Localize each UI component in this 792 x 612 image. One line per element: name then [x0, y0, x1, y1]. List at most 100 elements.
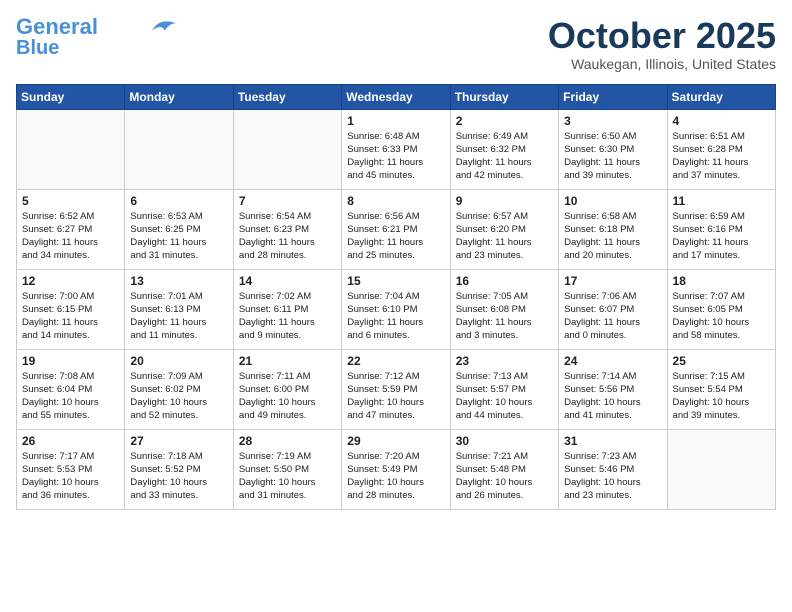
cell-info: Sunrise: 6:54 AM Sunset: 6:23 PM Dayligh… [239, 210, 336, 263]
calendar-cell: 19 Sunrise: 7:08 AM Sunset: 6:04 PM Dayli… [17, 349, 125, 429]
day-header-tuesday: Tuesday [233, 84, 341, 109]
calendar-cell: 28Sunrise: 7:19 AM Sunset: 5:50 PM Dayli… [233, 429, 341, 509]
calendar-week-4: 19 Sunrise: 7:08 AM Sunset: 6:04 PM Dayli… [17, 349, 776, 429]
day-number: 7 [239, 194, 336, 208]
calendar-week-3: 12 Sunrise: 7:00 AM Sunset: 6:15 PM Dayli… [17, 269, 776, 349]
cell-info: Sunrise: 7:00 AM Sunset: 6:15 PM Dayligh… [22, 290, 119, 343]
calendar-week-1: 1 Sunrise: 6:48 AM Sunset: 6:33 PM Daylig… [17, 109, 776, 189]
calendar-cell: 8Sunrise: 6:56 AM Sunset: 6:21 PM Daylig… [342, 189, 450, 269]
day-number: 10 [564, 194, 661, 208]
calendar-cell: 25 Sunrise: 7:15 AM Sunset: 5:54 PM Dayli… [667, 349, 775, 429]
calendar-cell: 22 Sunrise: 7:12 AM Sunset: 5:59 PM Dayli… [342, 349, 450, 429]
calendar-cell: 17Sunrise: 7:06 AM Sunset: 6:07 PM Dayli… [559, 269, 667, 349]
day-number: 20 [130, 354, 227, 368]
day-header-friday: Friday [559, 84, 667, 109]
cell-info: Sunrise: 7:15 AM Sunset: 5:54 PM Dayligh… [673, 370, 770, 423]
day-number: 30 [456, 434, 553, 448]
day-number: 3 [564, 114, 661, 128]
cell-info: Sunrise: 7:07 AM Sunset: 6:05 PM Dayligh… [673, 290, 770, 343]
calendar-cell: 13Sunrise: 7:01 AM Sunset: 6:13 PM Dayli… [125, 269, 233, 349]
day-number: 31 [564, 434, 661, 448]
day-number: 2 [456, 114, 553, 128]
cell-info: Sunrise: 7:20 AM Sunset: 5:49 PM Dayligh… [347, 450, 444, 503]
day-header-monday: Monday [125, 84, 233, 109]
page-header: General Blue October 2025 Waukegan, Illi… [16, 16, 776, 72]
day-number: 25 [673, 354, 770, 368]
cell-info: Sunrise: 6:50 AM Sunset: 6:30 PM Dayligh… [564, 130, 661, 183]
calendar-cell: 24Sunrise: 7:14 AM Sunset: 5:56 PM Dayli… [559, 349, 667, 429]
title-block: October 2025 Waukegan, Illinois, United … [548, 16, 776, 72]
cell-info: Sunrise: 6:48 AM Sunset: 6:33 PM Dayligh… [347, 130, 444, 183]
cell-info: Sunrise: 7:09 AM Sunset: 6:02 PM Dayligh… [130, 370, 227, 423]
day-number: 12 [22, 274, 119, 288]
day-number: 22 [347, 354, 444, 368]
day-number: 19 [22, 354, 119, 368]
cell-info: Sunrise: 6:53 AM Sunset: 6:25 PM Dayligh… [130, 210, 227, 263]
calendar-cell: 30 Sunrise: 7:21 AM Sunset: 5:48 PM Dayli… [450, 429, 558, 509]
day-number: 17 [564, 274, 661, 288]
calendar-cell: 21Sunrise: 7:11 AM Sunset: 6:00 PM Dayli… [233, 349, 341, 429]
day-header-saturday: Saturday [667, 84, 775, 109]
day-number: 28 [239, 434, 336, 448]
day-number: 16 [456, 274, 553, 288]
cell-info: Sunrise: 7:14 AM Sunset: 5:56 PM Dayligh… [564, 370, 661, 423]
day-number: 27 [130, 434, 227, 448]
cell-info: Sunrise: 7:08 AM Sunset: 6:04 PM Dayligh… [22, 370, 119, 423]
day-number: 11 [673, 194, 770, 208]
day-number: 5 [22, 194, 119, 208]
cell-info: Sunrise: 6:59 AM Sunset: 6:16 PM Dayligh… [673, 210, 770, 263]
calendar-cell: 7 Sunrise: 6:54 AM Sunset: 6:23 PM Daylig… [233, 189, 341, 269]
day-number: 29 [347, 434, 444, 448]
calendar-cell [233, 109, 341, 189]
calendar-cell: 20 Sunrise: 7:09 AM Sunset: 6:02 PM Dayli… [125, 349, 233, 429]
day-header-thursday: Thursday [450, 84, 558, 109]
cell-info: Sunrise: 7:18 AM Sunset: 5:52 PM Dayligh… [130, 450, 227, 503]
cell-info: Sunrise: 7:02 AM Sunset: 6:11 PM Dayligh… [239, 290, 336, 343]
cell-info: Sunrise: 7:11 AM Sunset: 6:00 PM Dayligh… [239, 370, 336, 423]
day-number: 1 [347, 114, 444, 128]
cell-info: Sunrise: 7:21 AM Sunset: 5:48 PM Dayligh… [456, 450, 553, 503]
logo-general: General [16, 14, 98, 39]
location: Waukegan, Illinois, United States [548, 56, 776, 72]
calendar-cell [667, 429, 775, 509]
logo-bird-icon [150, 17, 178, 35]
calendar-cell: 14 Sunrise: 7:02 AM Sunset: 6:11 PM Dayli… [233, 269, 341, 349]
calendar-cell [125, 109, 233, 189]
day-number: 14 [239, 274, 336, 288]
calendar-cell: 10 Sunrise: 6:58 AM Sunset: 6:18 PM Dayli… [559, 189, 667, 269]
calendar-cell: 4 Sunrise: 6:51 AM Sunset: 6:28 PM Daylig… [667, 109, 775, 189]
calendar-cell: 27 Sunrise: 7:18 AM Sunset: 5:52 PM Dayli… [125, 429, 233, 509]
logo-blue: Blue [16, 38, 59, 58]
calendar-cell: 5Sunrise: 6:52 AM Sunset: 6:27 PM Daylig… [17, 189, 125, 269]
calendar-header-row: SundayMondayTuesdayWednesdayThursdayFrid… [17, 84, 776, 109]
calendar-cell: 16 Sunrise: 7:05 AM Sunset: 6:08 PM Dayli… [450, 269, 558, 349]
cell-info: Sunrise: 7:05 AM Sunset: 6:08 PM Dayligh… [456, 290, 553, 343]
cell-info: Sunrise: 7:12 AM Sunset: 5:59 PM Dayligh… [347, 370, 444, 423]
day-number: 13 [130, 274, 227, 288]
cell-info: Sunrise: 6:57 AM Sunset: 6:20 PM Dayligh… [456, 210, 553, 263]
day-number: 26 [22, 434, 119, 448]
cell-info: Sunrise: 7:13 AM Sunset: 5:57 PM Dayligh… [456, 370, 553, 423]
calendar-cell: 31Sunrise: 7:23 AM Sunset: 5:46 PM Dayli… [559, 429, 667, 509]
day-number: 15 [347, 274, 444, 288]
cell-info: Sunrise: 6:51 AM Sunset: 6:28 PM Dayligh… [673, 130, 770, 183]
logo: General Blue [16, 16, 178, 58]
calendar-cell: 2 Sunrise: 6:49 AM Sunset: 6:32 PM Daylig… [450, 109, 558, 189]
calendar-cell: 1 Sunrise: 6:48 AM Sunset: 6:33 PM Daylig… [342, 109, 450, 189]
calendar-week-5: 26 Sunrise: 7:17 AM Sunset: 5:53 PM Dayli… [17, 429, 776, 509]
calendar-cell: 26 Sunrise: 7:17 AM Sunset: 5:53 PM Dayli… [17, 429, 125, 509]
calendar-cell: 11 Sunrise: 6:59 AM Sunset: 6:16 PM Dayli… [667, 189, 775, 269]
calendar-cell: 6Sunrise: 6:53 AM Sunset: 6:25 PM Daylig… [125, 189, 233, 269]
cell-info: Sunrise: 7:17 AM Sunset: 5:53 PM Dayligh… [22, 450, 119, 503]
calendar-cell: 29 Sunrise: 7:20 AM Sunset: 5:49 PM Dayli… [342, 429, 450, 509]
day-number: 23 [456, 354, 553, 368]
calendar-cell: 9 Sunrise: 6:57 AM Sunset: 6:20 PM Daylig… [450, 189, 558, 269]
calendar-cell [17, 109, 125, 189]
cell-info: Sunrise: 6:49 AM Sunset: 6:32 PM Dayligh… [456, 130, 553, 183]
day-number: 9 [456, 194, 553, 208]
calendar-table: SundayMondayTuesdayWednesdayThursdayFrid… [16, 84, 776, 510]
day-header-wednesday: Wednesday [342, 84, 450, 109]
cell-info: Sunrise: 6:58 AM Sunset: 6:18 PM Dayligh… [564, 210, 661, 263]
calendar-cell: 18Sunrise: 7:07 AM Sunset: 6:05 PM Dayli… [667, 269, 775, 349]
day-number: 4 [673, 114, 770, 128]
